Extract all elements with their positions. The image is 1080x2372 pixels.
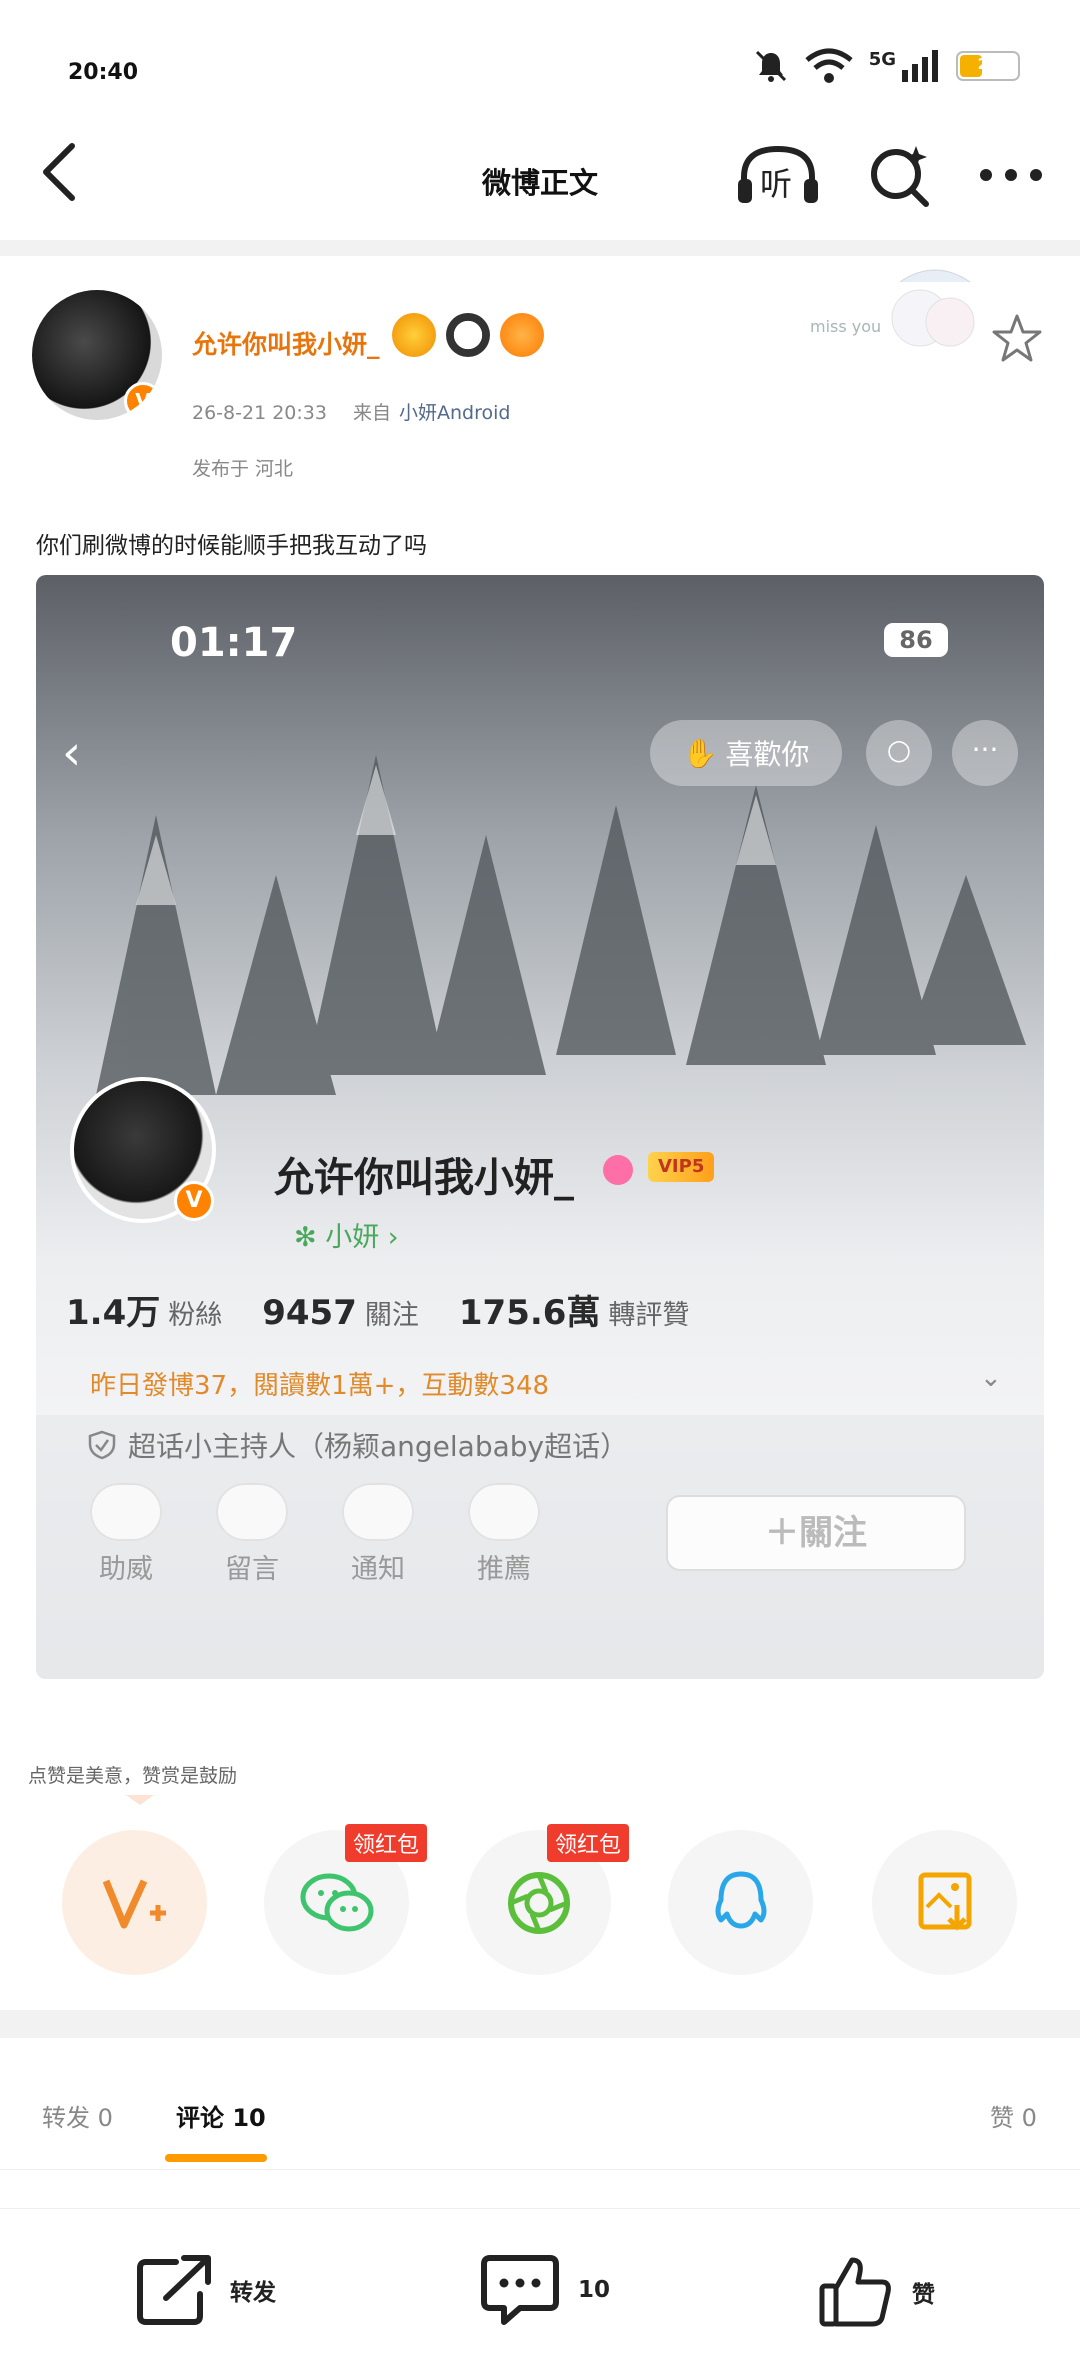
inner-search-icon: ○ <box>866 720 932 786</box>
inner-pink-badge-icon <box>603 1155 633 1185</box>
save-image-button[interactable] <box>872 1830 1017 1975</box>
save-image-icon <box>918 1872 971 1931</box>
inner-shortcut-cheer: 助威 <box>84 1483 168 1586</box>
moments-share-button[interactable]: 领红包 <box>466 1824 629 1975</box>
tab-repost[interactable]: 转发 0 <box>42 2098 113 2133</box>
post-date: 26-8-21 20:33 <box>192 402 327 424</box>
inner-back-icon: ‹ <box>62 725 82 781</box>
wechat-icon <box>300 1873 373 1931</box>
inner-verified-badge: V <box>174 1181 214 1221</box>
inner-stats: 1.4万 粉絲 9457 關注 175.6萬 轉評贊 <box>66 1285 689 1334</box>
crown-badge-icon[interactable] <box>392 313 436 357</box>
red-packet-tag: 领红包 <box>546 1824 629 1862</box>
repost-button[interactable]: 转发 <box>136 2254 276 2326</box>
wechat-share-button[interactable]: 领红包 <box>264 1824 427 1975</box>
inner-vip-badge: VIP5 <box>648 1152 715 1182</box>
listen-label: 听 <box>760 165 793 203</box>
verified-badge: V <box>124 382 162 420</box>
inner-supertopic: 超话小主持人（杨颖angelababy超话） <box>88 1425 628 1465</box>
tab-like[interactable]: 赞 0 <box>990 2098 1037 2133</box>
inner-like-button: ✋ 喜歡你 <box>650 720 842 786</box>
mute-bell-icon <box>755 50 786 82</box>
thumbs-up-icon <box>819 2257 891 2327</box>
comment-count: 10 <box>578 2277 611 2303</box>
from-prefix: 来自 <box>352 402 391 424</box>
wifi-icon <box>805 48 853 83</box>
post-image[interactable]: 01:17 86 ‹ ✋ 喜歡你 ○ ··· V 允许你叫我小妍_ VIP5 ✻ … <box>36 575 1044 1679</box>
status-icons: 5G 23 <box>753 48 1020 84</box>
tab-comment[interactable]: 评论 10 <box>176 2098 266 2133</box>
svg-text:miss you: miss you <box>810 317 881 336</box>
inner-subtitle: ✻ 小妍 › <box>294 1222 399 1253</box>
follow-stat: 9457 關注 <box>262 1293 419 1333</box>
battery-icon: 23 <box>956 51 1020 81</box>
inner-shortcuts: 助威 留言 通知 推薦 <box>84 1483 546 1586</box>
qq-icon <box>715 1871 766 1928</box>
panda-badge-icon[interactable] <box>446 313 490 357</box>
inner-username: 允许你叫我小妍_ <box>274 1155 574 1201</box>
like-label: 赞 <box>912 2282 935 2308</box>
post-location: 发布于 河北 <box>192 458 294 480</box>
status-bar: 20:40 5G 23 <box>0 0 1080 120</box>
share-row: 领红包 领红包 <box>0 1824 1080 1975</box>
inner-more-icon: ··· <box>952 720 1018 786</box>
network-label: 5G <box>868 48 896 70</box>
reward-button[interactable] <box>62 1830 207 1975</box>
post-tabs: 转发 0 评论 10 赞 0 <box>0 2038 1080 2170</box>
user-badges <box>392 313 544 357</box>
section-divider <box>0 240 1080 256</box>
star-icon[interactable] <box>990 312 1044 366</box>
inner-shortcut-recommend: 推薦 <box>462 1483 546 1586</box>
search-sparkle-icon[interactable] <box>866 142 932 208</box>
inner-status-time: 01:17 <box>170 620 298 666</box>
bottom-action-bar: 转发 10 赞 <box>0 2208 1080 2372</box>
nav-actions: 听 <box>736 142 1044 208</box>
v-plus-icon <box>102 1879 166 1928</box>
tip-pointer <box>126 1795 154 1805</box>
comment-button[interactable]: 10 <box>480 2254 610 2326</box>
share-arrow-icon <box>137 2255 211 2325</box>
back-arrow-icon[interactable] <box>36 142 86 202</box>
red-packet-tag: 领红包 <box>344 1824 427 1862</box>
user-avatar[interactable]: V <box>32 290 162 420</box>
moments-icon <box>507 1871 570 1934</box>
likes-stat: 175.6萬 轉評贊 <box>458 1293 690 1333</box>
inner-chevron-down-icon: ⌄ <box>980 1363 1002 1393</box>
inner-stats-line: 昨日發博37，閱讀數1萬+，互動數348 <box>90 1371 550 1401</box>
inner-battery: 86 <box>884 623 948 657</box>
fans-stat: 1.4万 粉絲 <box>66 1293 223 1333</box>
signal-icon <box>902 50 938 82</box>
shield-icon <box>88 1430 116 1460</box>
listen-button[interactable]: 听 <box>736 143 820 207</box>
hand-heart-icon: ✋ <box>682 736 718 770</box>
reward-tip: 点赞是美意，赞赏是鼓励 <box>28 1765 238 1787</box>
inner-shortcut-notice: 通知 <box>336 1483 420 1586</box>
fish-badge-icon[interactable] <box>500 313 544 357</box>
inner-shortcut-message: 留言 <box>210 1483 294 1586</box>
status-time: 20:40 <box>68 60 139 85</box>
inner-like-label: 喜歡你 <box>725 738 810 771</box>
more-icon[interactable] <box>978 165 1044 185</box>
active-tab-underline <box>165 2154 267 2162</box>
post-username[interactable]: 允许你叫我小妍_ <box>192 325 380 361</box>
post-meta: 26-8-21 20:33 来自 小妍Android <box>192 398 510 425</box>
post-source[interactable]: 小妍Android <box>399 402 510 424</box>
like-button[interactable]: 赞 <box>818 2254 935 2330</box>
section-divider <box>0 2010 1080 2038</box>
inner-avatar: V <box>70 1077 216 1223</box>
inner-follow-button: ＋關注 <box>666 1495 966 1571</box>
repost-label: 转发 <box>230 2280 276 2306</box>
comment-bubble-icon <box>481 2255 559 2325</box>
post-text: 你们刷微博的时候能顺手把我互动了吗 <box>36 533 427 559</box>
clover-icon: ✻ <box>294 1222 326 1253</box>
qq-share-button[interactable] <box>668 1830 813 1975</box>
